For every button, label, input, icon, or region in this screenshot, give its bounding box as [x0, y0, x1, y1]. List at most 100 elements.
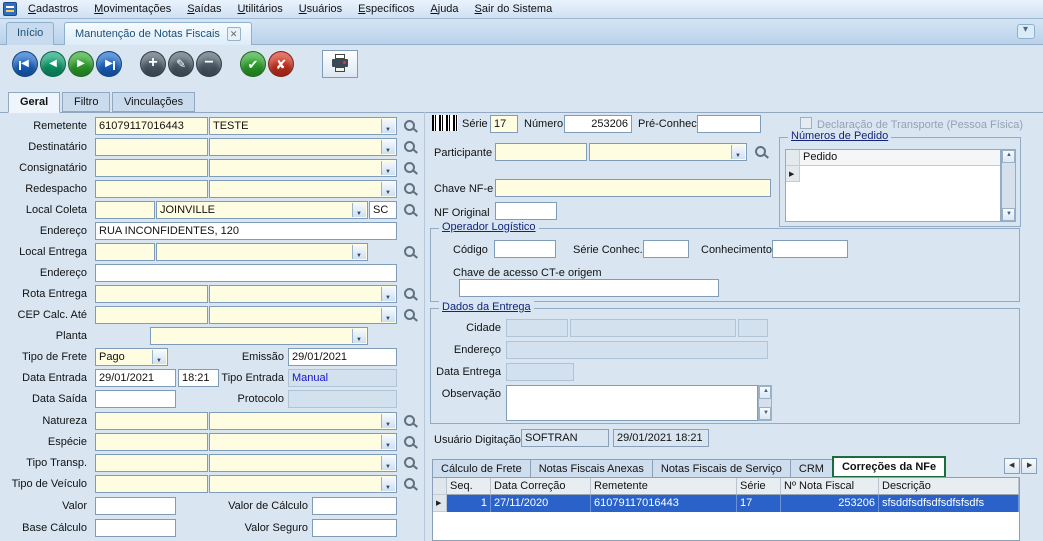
tipo-veiculo-code-field[interactable] — [95, 475, 208, 493]
local-entrega-combo[interactable] — [156, 243, 368, 261]
dropdown-arrow-icon[interactable] — [381, 456, 395, 470]
dropdown-arrow-icon[interactable] — [352, 203, 366, 217]
nav-previous-button[interactable]: ◀ — [40, 51, 66, 77]
cep-calc-search-icon[interactable] — [402, 307, 418, 323]
menu-utilitarios[interactable]: Utilitários — [229, 2, 290, 16]
endereco-entrega-field[interactable] — [95, 264, 397, 282]
rota-entrega-code-field[interactable] — [95, 285, 208, 303]
header-data-correcao[interactable]: Data Correção — [491, 478, 591, 495]
tab-geral[interactable]: Geral — [8, 92, 60, 113]
nav-first-button[interactable]: ◀ — [12, 51, 38, 77]
nav-next-button[interactable]: ▶ — [68, 51, 94, 77]
dropdown-arrow-icon[interactable] — [381, 182, 395, 196]
especie-combo[interactable] — [209, 433, 397, 451]
header-descricao[interactable]: Descrição — [879, 478, 1019, 495]
serie-conhec-field[interactable] — [643, 240, 689, 258]
declaracao-checkbox[interactable] — [800, 117, 812, 129]
destinatario-code-field[interactable] — [95, 138, 208, 156]
tab-calculo-frete[interactable]: Cálculo de Frete — [432, 459, 531, 478]
edit-record-button[interactable]: ✎ — [168, 51, 194, 77]
menu-saidas[interactable]: Saídas — [179, 2, 229, 16]
tab-correcoes-nfe[interactable]: Correções da NFe — [832, 456, 946, 478]
pedido-cell[interactable] — [800, 166, 1000, 182]
local-entrega-code-field[interactable] — [95, 243, 155, 261]
observacao-scrollbar[interactable] — [758, 385, 772, 421]
tipo-transp-search-icon[interactable] — [402, 455, 418, 471]
redespacho-search-icon[interactable] — [402, 181, 418, 197]
local-coleta-uf-field[interactable]: SC — [369, 201, 397, 219]
especie-search-icon[interactable] — [402, 434, 418, 450]
valor-seguro-field[interactable] — [312, 519, 397, 537]
dropdown-arrow-icon[interactable] — [381, 414, 395, 428]
scroll-up-icon[interactable] — [759, 386, 771, 399]
destinatario-combo[interactable] — [209, 138, 397, 156]
participante-search-icon[interactable] — [753, 144, 769, 160]
grid-row-selected[interactable]: 1 27/11/2020 61079117016443 17 253206 sf… — [433, 495, 1019, 512]
dropdown-arrow-icon[interactable] — [381, 161, 395, 175]
consignatario-code-field[interactable] — [95, 159, 208, 177]
cep-calc-combo[interactable] — [209, 306, 397, 324]
tab-notas-fiscais-servico[interactable]: Notas Fiscais de Serviço — [652, 459, 791, 478]
destinatario-search-icon[interactable] — [402, 139, 418, 155]
header-seq[interactable]: Seq. — [447, 478, 491, 495]
consignatario-search-icon[interactable] — [402, 160, 418, 176]
cell-serie[interactable]: 17 — [737, 495, 781, 512]
menu-ajuda[interactable]: Ajuda — [422, 2, 466, 16]
tipo-frete-combo[interactable]: Pago — [95, 348, 168, 366]
tipo-transp-code-field[interactable] — [95, 454, 208, 472]
valor-field[interactable] — [95, 497, 176, 515]
menu-cadastros[interactable]: Cadastros — [20, 2, 86, 16]
base-calculo-field[interactable] — [95, 519, 176, 537]
cep-calc-code-field[interactable] — [95, 306, 208, 324]
detail-tabs-scroll-right-icon[interactable] — [1021, 458, 1037, 474]
tab-crm[interactable]: CRM — [790, 459, 833, 478]
participante-combo[interactable] — [589, 143, 747, 161]
dropdown-arrow-icon[interactable] — [352, 245, 366, 259]
confirm-button[interactable]: ✔ — [240, 51, 266, 77]
chave-nfe-field[interactable] — [495, 179, 771, 197]
serie-field[interactable]: 17 — [490, 115, 518, 133]
tab-inicio[interactable]: Início — [6, 22, 54, 45]
scroll-up-icon[interactable] — [1002, 150, 1015, 163]
header-nota-fiscal[interactable]: Nº Nota Fiscal — [781, 478, 879, 495]
natureza-code-field[interactable] — [95, 412, 208, 430]
tipo-veiculo-search-icon[interactable] — [402, 476, 418, 492]
tab-overflow-chevron-icon[interactable] — [1017, 24, 1035, 39]
dropdown-arrow-icon[interactable] — [352, 329, 366, 343]
endereco-coleta-field[interactable]: RUA INCONFIDENTES, 120 — [95, 222, 397, 240]
tipo-veiculo-combo[interactable] — [209, 475, 397, 493]
cell-remetente[interactable]: 61079117016443 — [591, 495, 737, 512]
dropdown-arrow-icon[interactable] — [381, 435, 395, 449]
numero-field[interactable]: 253206 — [564, 115, 632, 133]
cancel-button[interactable]: ✘ — [268, 51, 294, 77]
nav-last-button[interactable]: ▶ — [96, 51, 122, 77]
delete-record-button[interactable]: − — [196, 51, 222, 77]
rota-entrega-combo[interactable] — [209, 285, 397, 303]
tipo-transp-combo[interactable] — [209, 454, 397, 472]
local-coleta-search-icon[interactable] — [402, 202, 418, 218]
redespacho-combo[interactable] — [209, 180, 397, 198]
especie-code-field[interactable] — [95, 433, 208, 451]
dropdown-arrow-icon[interactable] — [381, 140, 395, 154]
detail-tabs-scroll-left-icon[interactable] — [1004, 458, 1020, 474]
redespacho-code-field[interactable] — [95, 180, 208, 198]
dropdown-arrow-icon[interactable] — [381, 308, 395, 322]
participante-code-field[interactable] — [495, 143, 587, 161]
menu-especificos[interactable]: Específicos — [350, 2, 422, 16]
natureza-search-icon[interactable] — [402, 413, 418, 429]
dropdown-arrow-icon[interactable] — [381, 287, 395, 301]
header-serie[interactable]: Série — [737, 478, 781, 495]
tab-notas-fiscais-anexas[interactable]: Notas Fiscais Anexas — [530, 459, 653, 478]
header-remetente[interactable]: Remetente — [591, 478, 737, 495]
remetente-code-field[interactable]: 61079117016443 — [95, 117, 208, 135]
pre-conhec-field[interactable] — [697, 115, 761, 133]
local-entrega-search-icon[interactable] — [402, 244, 418, 260]
rota-entrega-search-icon[interactable] — [402, 286, 418, 302]
tab-vinculacoes[interactable]: Vinculações — [112, 92, 195, 112]
valor-calculo-field[interactable] — [312, 497, 397, 515]
dropdown-arrow-icon[interactable] — [381, 477, 395, 491]
consignatario-combo[interactable] — [209, 159, 397, 177]
cell-nota-fiscal[interactable]: 253206 — [781, 495, 879, 512]
cell-seq[interactable]: 1 — [447, 495, 491, 512]
data-saida-field[interactable] — [95, 390, 176, 408]
